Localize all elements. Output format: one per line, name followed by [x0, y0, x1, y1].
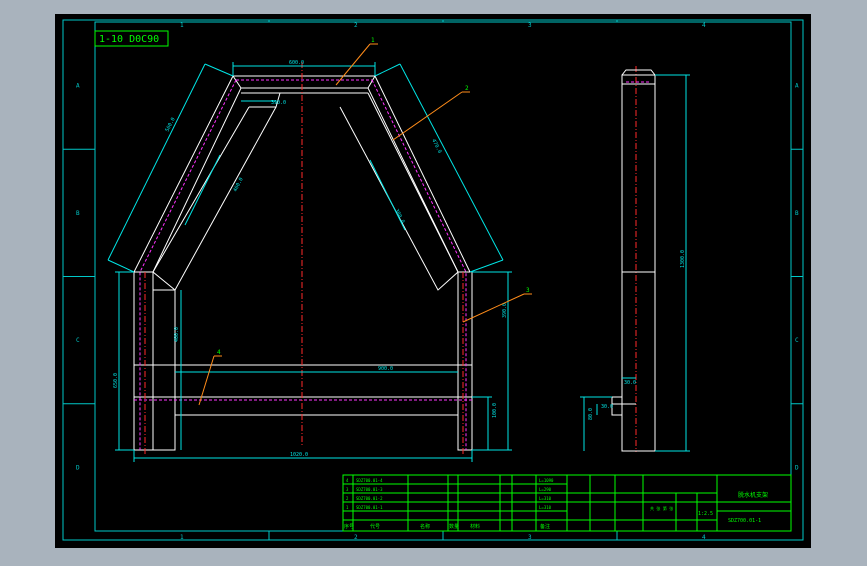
- bom-header-cell: 名称: [420, 523, 430, 530]
- zone-row-label-right: A: [795, 83, 799, 90]
- bom-row-code: SDZ700.01-4: [356, 478, 383, 483]
- zone-col-label-top: 4: [702, 22, 706, 29]
- zone-row-label-right: D: [795, 464, 799, 471]
- bom-row-code: SDZ700.01-3: [356, 487, 383, 492]
- bom-row-material: L=310: [539, 496, 552, 501]
- bom-row-material: L=290: [539, 487, 552, 492]
- zone-row-label-left: C: [76, 337, 80, 344]
- zone-col-label-top: 1: [180, 22, 184, 29]
- dim-inner-top: 390.0: [271, 100, 286, 106]
- dim-top-width: 600.0: [289, 60, 304, 66]
- scale-text: 1:2.5: [698, 511, 713, 517]
- zone-row-label-left: A: [76, 83, 80, 90]
- bom-row-material: L=1090: [539, 478, 554, 483]
- zone-col-label-bottom: 1: [180, 534, 184, 541]
- sheet-label: 共 张 第 张: [650, 505, 673, 511]
- dim-left-leg-total: 650.0: [113, 373, 119, 388]
- title-text: 脱水机支架: [738, 491, 768, 499]
- bom-header-cell: 序号: [344, 523, 354, 530]
- zone-col-label-top: 2: [354, 22, 358, 29]
- bom-row-code: SDZ700.01-2: [356, 496, 383, 501]
- dim-side-height: 1300.0: [680, 250, 686, 268]
- dim-side-lower: 80.0: [588, 408, 594, 420]
- dim-left-leg-height: 400.0: [174, 327, 180, 342]
- zone-row-label-left: D: [76, 464, 80, 471]
- zone-row-label-left: B: [76, 210, 80, 217]
- zone-col-label-bottom: 3: [528, 534, 532, 541]
- drawing-code: 1-10 D0C90: [99, 34, 159, 45]
- zone-col-label-bottom: 4: [702, 534, 706, 541]
- drawing-canvas[interactable]: 1 1 2 2 3 3 4 4 A A B B C C D D 1-10 D0C90 600.0 39…: [0, 0, 867, 562]
- callout-1: 1: [371, 37, 375, 44]
- bom-row-material: L=310: [539, 505, 552, 510]
- dim-right-leg-height: 390.0: [502, 303, 508, 318]
- zone-row-label-right: C: [795, 337, 799, 344]
- bom-header-cell: 材料: [470, 523, 480, 530]
- title-code: SDZ700.01-1: [728, 518, 761, 524]
- zone-row-label-right: B: [795, 210, 799, 217]
- callout-2: 2: [465, 85, 469, 92]
- dim-side-foot-2: 30.0: [624, 380, 636, 386]
- zone-col-label-bottom: 2: [354, 534, 358, 541]
- cad-viewport[interactable]: 1 1 2 2 3 3 4 4 A A B B C C D D 1-10 D0C90 600.0 390.0 …: [0, 0, 867, 562]
- bom-header-cell: 备注: [540, 523, 550, 530]
- zone-col-label-top: 3: [528, 22, 532, 29]
- bom-header-cell: 数量: [449, 523, 459, 530]
- callout-4: 4: [217, 349, 221, 356]
- callout-3: 3: [526, 287, 530, 294]
- dim-bottom-leg: 100.0: [492, 403, 498, 418]
- dim-crossbar: 900.0: [378, 366, 393, 372]
- dim-side-foot: 30.0: [601, 404, 613, 410]
- bom-header-cell: 代号: [370, 523, 380, 530]
- bom-row-code: SDZ700.01-1: [356, 505, 383, 510]
- dim-overall-width: 1020.0: [290, 452, 308, 458]
